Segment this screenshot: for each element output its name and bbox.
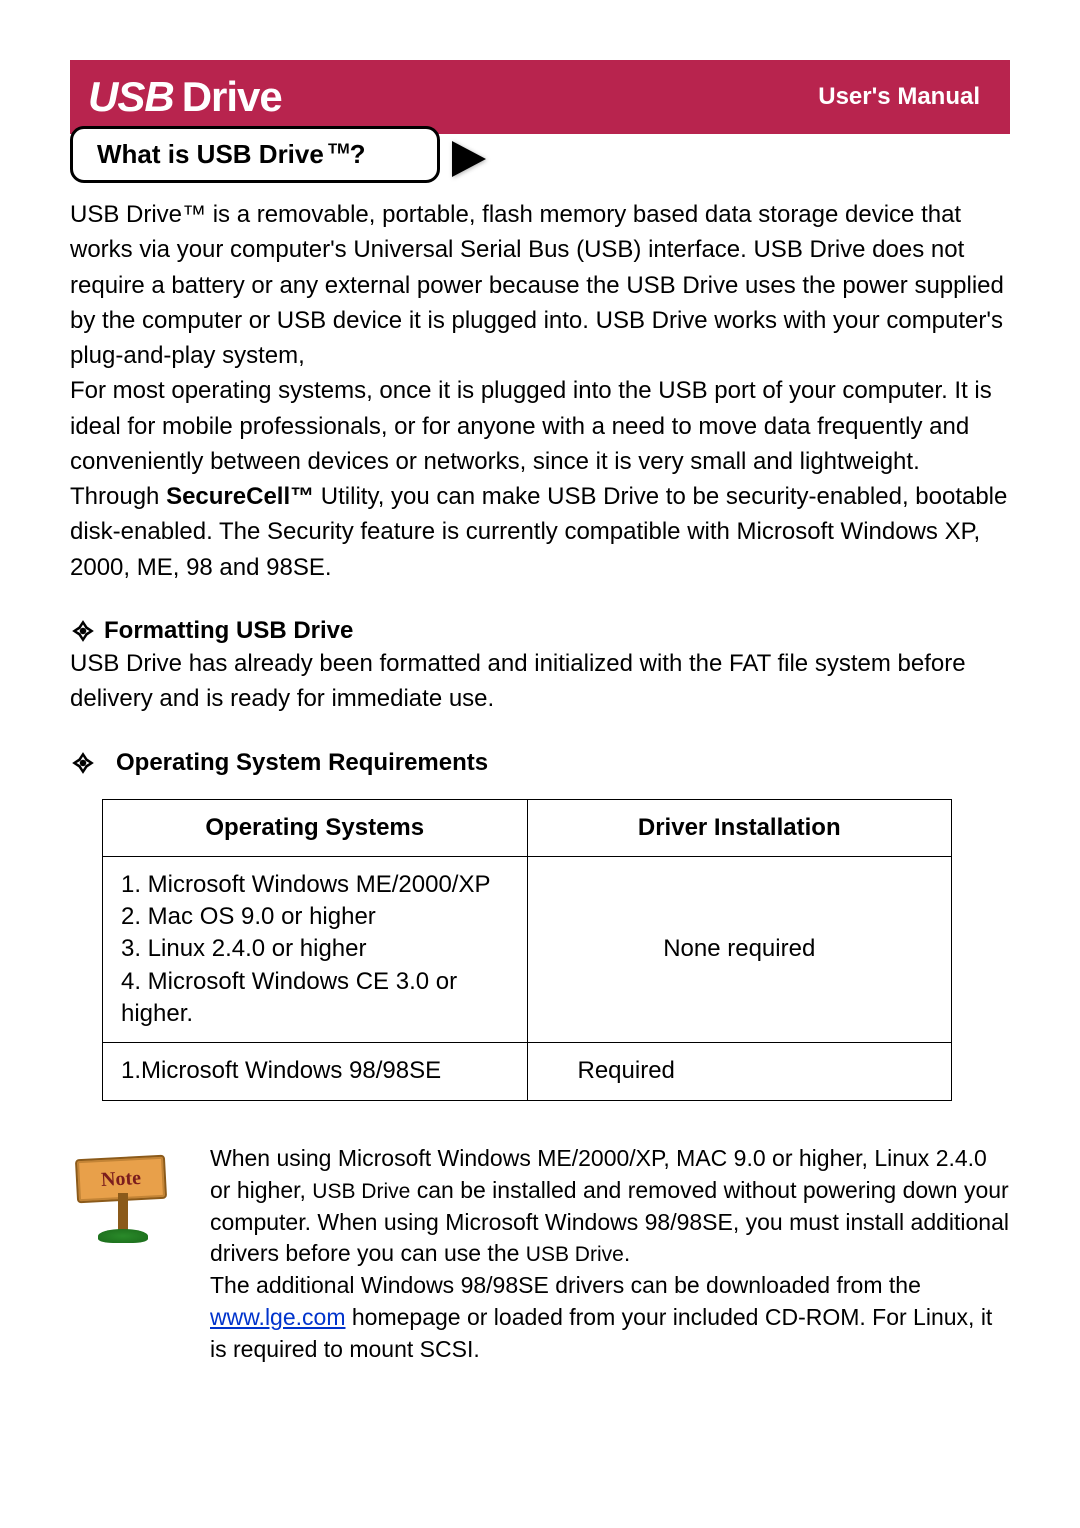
section-title-prefix: What is USB Drive bbox=[97, 139, 324, 169]
os-item: 4. Microsoft Windows CE 3.0 or higher. bbox=[121, 968, 457, 1027]
table-row: 1. Microsoft Windows ME/2000/XP 2. Mac O… bbox=[103, 856, 952, 1043]
section-title-tm: TM bbox=[324, 140, 350, 157]
formatting-body: USB Drive has already been formatted and… bbox=[70, 647, 1010, 717]
section-title-suffix: ? bbox=[350, 139, 366, 169]
table-header-row: Operating Systems Driver Installation bbox=[103, 799, 952, 856]
table-header-os: Operating Systems bbox=[103, 799, 528, 856]
diamond-bullet-icon bbox=[70, 750, 96, 776]
diamond-bullet-icon bbox=[70, 618, 96, 644]
logo: USBDrive bbox=[88, 73, 282, 121]
section-title-container: What is USB Drive TM? bbox=[70, 126, 1010, 183]
os-requirements-table: Operating Systems Driver Installation 1.… bbox=[102, 799, 952, 1101]
intro-paragraph: USB Drive™ is a removable, portable, fla… bbox=[70, 197, 1010, 585]
note-grass bbox=[98, 1229, 148, 1243]
arrow-icon bbox=[452, 141, 486, 177]
table-row: 1.Microsoft Windows 98/98SE Required bbox=[103, 1043, 952, 1100]
intro-text-1: USB Drive™ is a removable, portable, fla… bbox=[70, 201, 1004, 369]
lge-link[interactable]: www.lge.com bbox=[210, 1304, 345, 1330]
formatting-section: Formatting USB Drive USB Drive has alrea… bbox=[70, 617, 1010, 717]
table-cell-driver: None required bbox=[527, 856, 952, 1043]
os-req-header: Operating System Requirements bbox=[70, 749, 1010, 777]
note-usbdrive-2: USB Drive bbox=[526, 1243, 624, 1266]
section-title-box: What is USB Drive TM? bbox=[70, 126, 440, 183]
os-item: 1. Microsoft Windows ME/2000/XP bbox=[121, 871, 490, 898]
note-text-4: The additional Windows 98/98SE drivers c… bbox=[210, 1272, 921, 1298]
os-req-section: Operating System Requirements Operating … bbox=[70, 749, 1010, 1101]
page-content: USBDrive User's Manual What is USB Drive… bbox=[0, 0, 1080, 1405]
os-req-title: Operating System Requirements bbox=[116, 749, 488, 777]
os-item: 2. Mac OS 9.0 or higher bbox=[121, 903, 376, 930]
os-item: 1.Microsoft Windows 98/98SE bbox=[121, 1057, 441, 1084]
table-cell-os-list: 1.Microsoft Windows 98/98SE bbox=[103, 1043, 528, 1100]
note-section: Note When using Microsoft Windows ME/200… bbox=[70, 1143, 1010, 1366]
table-cell-driver: Required bbox=[527, 1043, 952, 1100]
note-text-3: . bbox=[624, 1240, 630, 1266]
os-item: 3. Linux 2.4.0 or higher bbox=[121, 935, 367, 962]
note-text: When using Microsoft Windows ME/2000/XP,… bbox=[210, 1143, 1010, 1366]
users-manual-label: User's Manual bbox=[818, 83, 980, 111]
section-title: What is USB Drive TM? bbox=[97, 139, 366, 169]
table-header-driver: Driver Installation bbox=[527, 799, 952, 856]
logo-drive-text: Drive bbox=[182, 73, 282, 120]
formatting-title: Formatting USB Drive bbox=[104, 617, 353, 645]
note-usbdrive-1: USB Drive bbox=[312, 1180, 410, 1203]
securecell-bold: SecureCell™ bbox=[166, 483, 314, 510]
logo-usb-text: USB bbox=[88, 73, 174, 120]
header-banner: USBDrive User's Manual bbox=[70, 60, 1010, 134]
formatting-header: Formatting USB Drive bbox=[70, 617, 1010, 645]
table-cell-os-list: 1. Microsoft Windows ME/2000/XP 2. Mac O… bbox=[103, 856, 528, 1043]
note-icon: Note bbox=[70, 1143, 180, 1243]
